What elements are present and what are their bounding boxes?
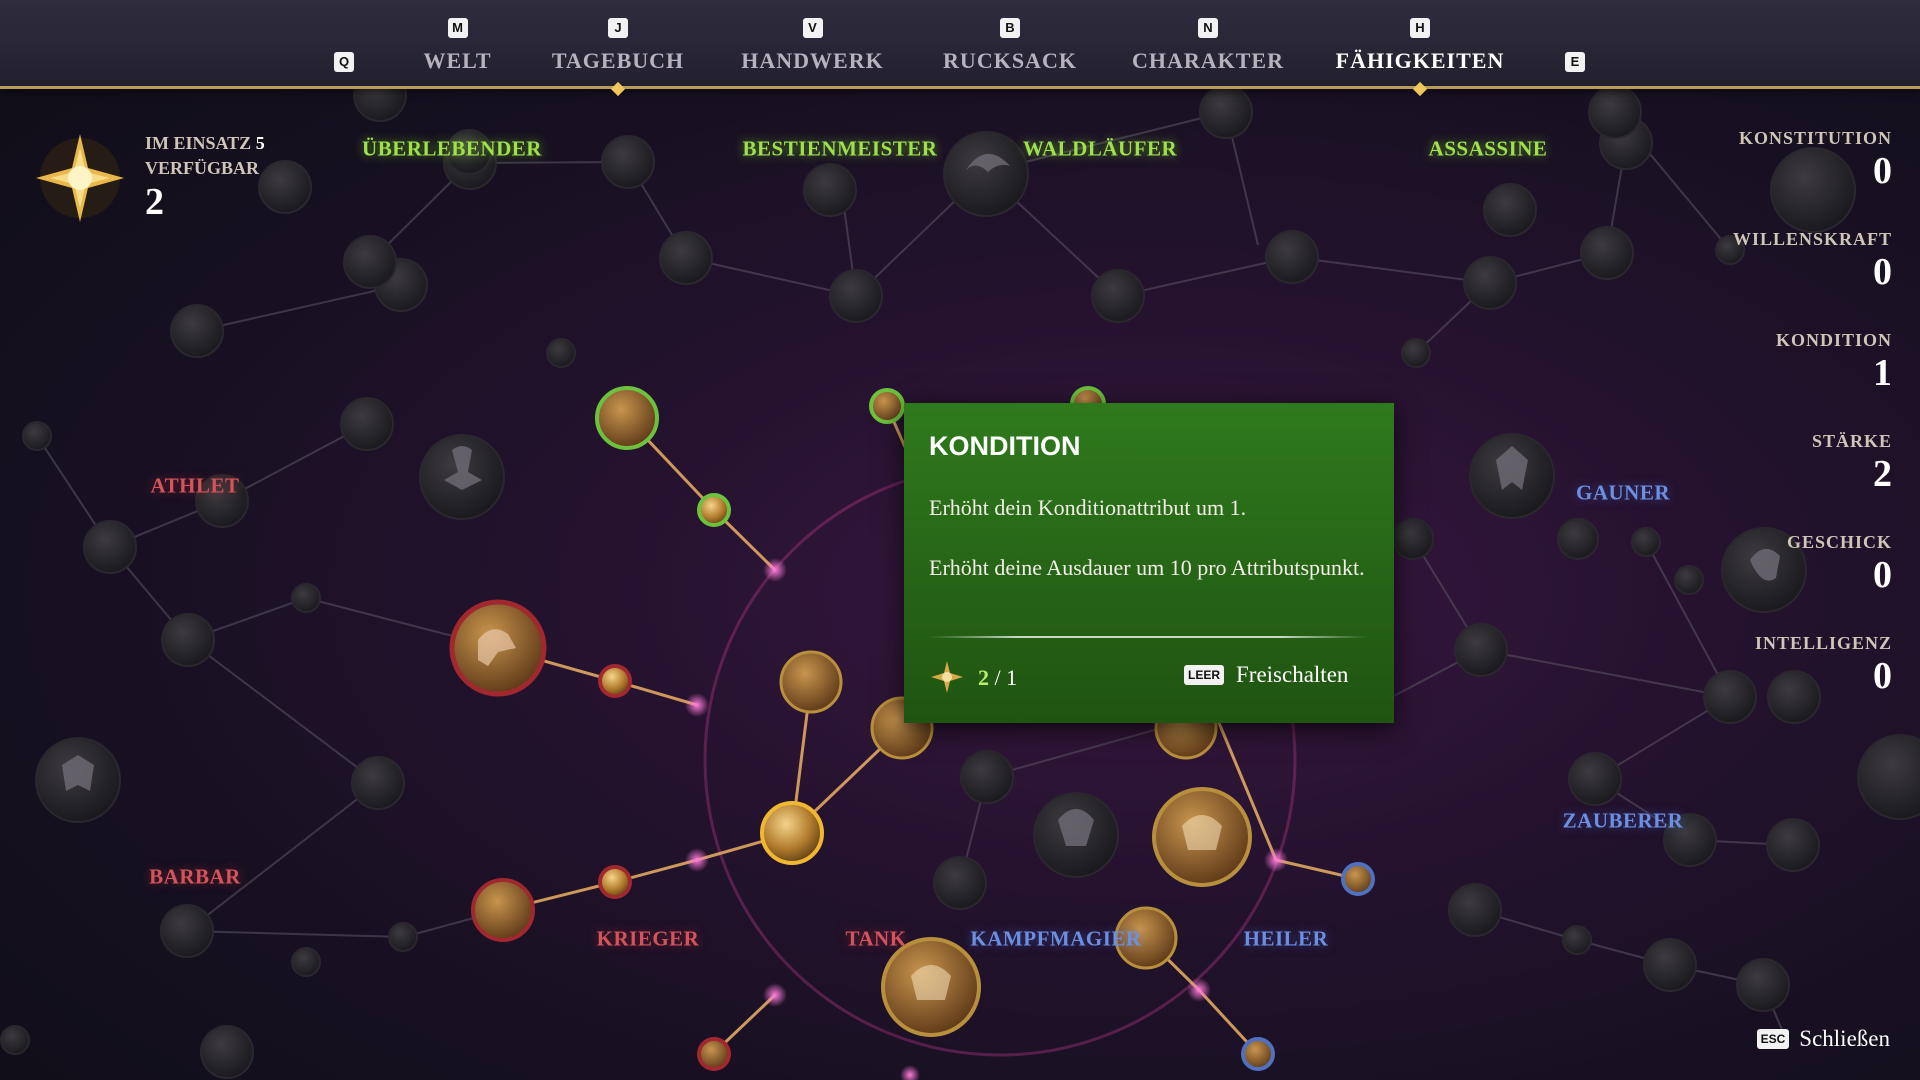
- tab-key: H: [1410, 18, 1430, 38]
- attribute-name: KONSTITUTION: [1738, 128, 1892, 148]
- attribute-value: 0: [1873, 655, 1892, 697]
- attribute-value: 1: [1873, 352, 1892, 394]
- attribute-staerke: STÄRKE 2: [1632, 431, 1892, 532]
- tab-welt[interactable]: M WELT: [400, 0, 515, 86]
- tooltip-description-2: Erhöht deine Ausdauer um 10 pro Attribut…: [929, 555, 1365, 580]
- available-label: VERFÜGBAR: [145, 158, 260, 178]
- close-button[interactable]: ESC Schließen: [1756, 1026, 1890, 1056]
- attribute-name: INTELLIGENZ: [1754, 633, 1892, 653]
- tab-label: RUCKSACK: [943, 48, 1077, 73]
- class-label-kampfmagier: KAMPFMAGIER: [970, 926, 1142, 951]
- attribute-geschick: GESCHICK 0: [1632, 532, 1892, 633]
- tab-key: V: [802, 18, 823, 38]
- ability-point-emblem-icon: [36, 134, 124, 222]
- class-label-athlet: ATHLET: [150, 473, 240, 498]
- class-label-heiler: HEILER: [1243, 926, 1329, 951]
- unlock-button[interactable]: Freischalten: [1236, 662, 1348, 688]
- available-value: 2: [145, 181, 164, 223]
- tab-charakter[interactable]: N CHARAKTER: [1128, 0, 1288, 86]
- tooltip-divider: [929, 636, 1369, 638]
- tooltip-cost: 2 / 1: [978, 665, 1017, 691]
- next-tab-key[interactable]: E: [1565, 52, 1585, 72]
- cost-available: 2: [978, 665, 989, 690]
- tooltip-title: KONDITION: [929, 431, 1081, 461]
- attribute-name: GESCHICK: [1786, 532, 1892, 552]
- attribute-value: 0: [1873, 150, 1892, 192]
- tab-tagebuch[interactable]: J TAGEBUCH: [543, 0, 693, 97]
- attribute-konstitution: KONSTITUTION 0: [1632, 128, 1892, 229]
- tab-label: HANDWERK: [741, 48, 884, 73]
- prev-tab-key[interactable]: Q: [334, 52, 354, 72]
- tab-key: B: [1000, 18, 1020, 38]
- tab-key: N: [1198, 18, 1218, 38]
- class-label-ueberlebender: ÜBERLEBENDER: [362, 136, 542, 161]
- tab-rucksack[interactable]: B RUCKSACK: [930, 0, 1090, 86]
- esc-key-hint: ESC: [1756, 1029, 1790, 1049]
- class-label-bestienmeister: BESTIENMEISTER: [742, 136, 938, 161]
- tab-label: WELT: [423, 48, 492, 73]
- tab-key: M: [447, 18, 468, 38]
- tab-faehigkeiten[interactable]: H FÄHIGKEITEN: [1330, 0, 1510, 97]
- attributes-panel: KONSTITUTION 0 WILLENSKRAFT 0 KONDITION …: [1632, 128, 1892, 734]
- tab-handwerk[interactable]: V HANDWERK: [735, 0, 890, 86]
- attribute-kondition: KONDITION 1: [1632, 330, 1892, 431]
- attribute-value: 2: [1873, 453, 1892, 495]
- class-label-tank: TANK: [845, 926, 907, 951]
- class-label-krieger: KRIEGER: [596, 926, 700, 951]
- class-label-assassine: ASSASSINE: [1428, 136, 1548, 161]
- attribute-name: KONDITION: [1775, 330, 1892, 350]
- tooltip-description-1: Erhöht dein Konditionattribut um 1.: [929, 495, 1247, 520]
- close-label: Schließen: [1799, 1026, 1890, 1051]
- class-label-waldlaeufer: WALDLÄUFER: [1022, 136, 1178, 161]
- attribute-name: STÄRKE: [1811, 431, 1892, 451]
- attribute-willenskraft: WILLENSKRAFT 0: [1632, 229, 1892, 330]
- attribute-value: 0: [1873, 554, 1892, 596]
- top-nav-bar: Q M WELT J TAGEBUCH V HANDWERK B RUCKSAC…: [0, 0, 1920, 97]
- ability-points-panel: IM EINSATZ 5 VERFÜGBAR 2: [32, 130, 312, 230]
- tab-label: CHARAKTER: [1131, 48, 1284, 73]
- cost-required: / 1: [994, 665, 1018, 690]
- class-label-barbar: BARBAR: [149, 864, 241, 889]
- attribute-value: 0: [1873, 251, 1892, 293]
- skill-tooltip: KONDITION Erhöht dein Konditionattribut …: [904, 403, 1394, 723]
- ability-point-icon: [931, 661, 963, 693]
- in-use-value: 5: [255, 133, 265, 153]
- attribute-intelligenz: INTELLIGENZ 0: [1632, 633, 1892, 734]
- tab-key: J: [608, 18, 628, 38]
- tab-label: FÄHIGKEITEN: [1335, 48, 1505, 73]
- class-label-zauberer: ZAUBERER: [1562, 808, 1684, 833]
- in-use-label: IM EINSATZ: [145, 133, 252, 153]
- attribute-name: WILLENSKRAFT: [1732, 229, 1892, 249]
- space-key-hint: LEER: [1184, 665, 1225, 685]
- tab-label: TAGEBUCH: [551, 48, 685, 73]
